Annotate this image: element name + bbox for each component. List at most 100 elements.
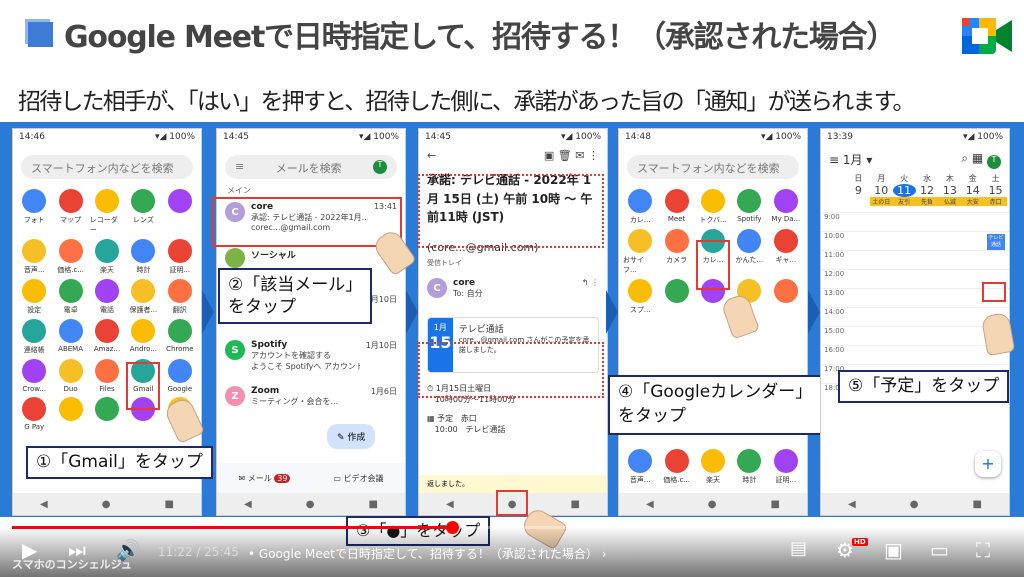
app-icon[interactable]: G Pay	[17, 397, 51, 431]
app-icon[interactable]: 設定	[17, 279, 51, 315]
time-slot[interactable]: 11:00	[821, 250, 1009, 269]
time-slot[interactable]: 14:00	[821, 307, 1009, 326]
recents-icon[interactable]: ■	[369, 499, 378, 510]
day-number[interactable]: 12	[916, 184, 939, 197]
progress-bar[interactable]	[12, 521, 1012, 534]
app-icon[interactable]: 価格.c...	[53, 239, 87, 275]
progress-knob[interactable]	[446, 521, 459, 534]
app-icon[interactable]: Crow...	[17, 359, 51, 393]
subtitles-icon[interactable]: ▤	[790, 540, 807, 558]
app-icon[interactable]	[90, 397, 124, 431]
app-icon[interactable]: フォト	[17, 189, 51, 235]
mail-row[interactable]: Z Zoom ミーティング・会合を... 1月6日	[217, 380, 405, 426]
app-icon[interactable]: My Da...	[769, 189, 803, 225]
app-glyph-icon	[628, 229, 653, 253]
recents-icon[interactable]: ■	[571, 499, 580, 510]
home-icon[interactable]: ●	[708, 499, 717, 510]
time-slot[interactable]: 13:00	[821, 288, 1009, 307]
app-icon[interactable]: Meet	[659, 189, 693, 225]
mail-row[interactable]: S Spotify アカウントを確認する ようこそ Spotifyへ アカウント...…	[217, 334, 405, 380]
app-icon[interactable]: レンズ	[126, 189, 160, 235]
recents-icon[interactable]: ■	[973, 499, 982, 510]
app-icon[interactable]: 楽天	[696, 449, 730, 485]
app-icon[interactable]: 電話	[90, 279, 124, 315]
app-icon[interactable]: 時計	[126, 239, 160, 275]
app-icon[interactable]: 価格.c...	[659, 449, 693, 485]
app-icon[interactable]: カメラ	[659, 229, 693, 275]
app-icon[interactable]: スプ...	[623, 279, 657, 315]
app-icon[interactable]: 証明...	[769, 449, 803, 485]
time-slot[interactable]: 16:00	[821, 345, 1009, 364]
day-number[interactable]: 11	[892, 184, 916, 197]
app-icon[interactable]: Chrome	[163, 319, 197, 355]
home-icon[interactable]: ●	[306, 499, 315, 510]
menu-icon[interactable]: ≡ 1月 ▾	[829, 151, 872, 169]
app-icon[interactable]: かんた...	[732, 229, 766, 275]
tab-mail[interactable]: ✉ メール 39	[238, 473, 291, 484]
back-icon[interactable]: ◀	[40, 499, 48, 510]
app-icon[interactable]	[769, 279, 803, 315]
time-slot[interactable]: 15:00	[821, 326, 1009, 345]
add-event-button[interactable]: +	[975, 451, 1001, 477]
mail-search-bar[interactable]: ≡ メールを検索 T	[225, 155, 397, 179]
calendar-event[interactable]: テレビ通話	[987, 234, 1005, 250]
search-icon[interactable]: ⌕ ▦ T	[961, 151, 1001, 169]
home-icon[interactable]: ●	[102, 499, 111, 510]
app-icon[interactable]: 音声...	[17, 239, 51, 275]
device-search-bar[interactable]: スマートフォン内などを検索	[627, 155, 799, 179]
app-icon[interactable]: Duo	[53, 359, 87, 393]
day-number[interactable]: 15	[984, 184, 1007, 197]
app-icon[interactable]: 楽天	[90, 239, 124, 275]
app-icon[interactable]: 音声...	[623, 449, 657, 485]
time-slot[interactable]: 12:00	[821, 269, 1009, 288]
theater-mode-icon[interactable]: ▭	[930, 540, 949, 560]
app-icon[interactable]: 連絡帳	[17, 319, 51, 355]
avatar[interactable]: T	[373, 160, 387, 174]
app-icon[interactable]: トクバ...	[696, 189, 730, 225]
app-icon[interactable]: Spotify	[732, 189, 766, 225]
chapter-title[interactable]: • Google Meetで日時指定して、招待する！（承認された場合） ›	[248, 545, 607, 562]
app-icon[interactable]: 保護者...	[126, 279, 160, 315]
app-icon[interactable]	[163, 189, 197, 235]
app-icon[interactable]: Andro...	[126, 319, 160, 355]
archive-icon[interactable]: ▣ 🗑 ✉ ⋮	[544, 149, 599, 165]
day-number[interactable]: 13	[938, 184, 961, 197]
home-icon[interactable]: ●	[910, 499, 919, 510]
app-icon[interactable]: 証明...	[163, 239, 197, 275]
app-icon[interactable]: ABEMA	[53, 319, 87, 355]
app-icon[interactable]	[53, 397, 87, 431]
tab-video[interactable]: ▭ ビデオ会議	[333, 473, 383, 484]
compose-button[interactable]: ✎ 作成	[327, 424, 376, 449]
app-icon[interactable]: おサイフ...	[623, 229, 657, 275]
time-slot[interactable]: 9:00	[821, 212, 1009, 231]
recents-icon[interactable]: ■	[771, 499, 780, 510]
device-search-bar[interactable]: スマートフォン内などを検索	[21, 155, 193, 179]
app-icon[interactable]: Google	[163, 359, 197, 393]
day-number[interactable]: 10	[870, 184, 893, 197]
app-icon[interactable]: 時計	[732, 449, 766, 485]
day-number[interactable]: 14	[961, 184, 984, 197]
fullscreen-icon[interactable]: ⛶	[976, 540, 990, 560]
app-icon[interactable]	[659, 279, 693, 315]
app-icon[interactable]: ギャ...	[769, 229, 803, 275]
back-icon[interactable]: ◀	[446, 499, 454, 510]
menu-icon[interactable]: ≡	[235, 160, 244, 174]
miniplayer-icon[interactable]: ▣	[884, 540, 903, 560]
back-icon[interactable]: ◀	[848, 499, 856, 510]
app-icon[interactable]: Amaz...	[90, 319, 124, 355]
day-number[interactable]: 9	[847, 184, 870, 197]
app-icon[interactable]: カレ...	[623, 189, 657, 225]
back-arrow-icon[interactable]: ←	[427, 149, 436, 165]
app-icon[interactable]: Files	[90, 359, 124, 393]
app-icon[interactable]: マップ	[53, 189, 87, 235]
app-icon[interactable]: レコーダー	[90, 189, 124, 235]
reply-icon[interactable]: ↰ ⋮	[582, 278, 599, 299]
back-icon[interactable]: ◀	[646, 499, 654, 510]
inbox-tag[interactable]: 受信トレイ	[419, 258, 607, 268]
app-icon[interactable]: 翻訳	[163, 279, 197, 315]
recents-icon[interactable]: ■	[165, 499, 174, 510]
time-slot[interactable]: 10:00	[821, 231, 1009, 250]
app-icon[interactable]: 電卓	[53, 279, 87, 315]
avatar[interactable]: T	[987, 155, 1001, 169]
back-icon[interactable]: ◀	[244, 499, 252, 510]
